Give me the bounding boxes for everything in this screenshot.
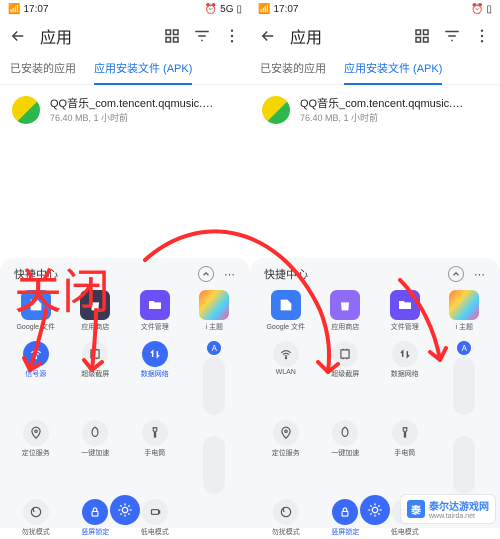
qs-slider-a[interactable]: A	[185, 338, 245, 417]
qs-screenshot[interactable]: 超级截屏	[316, 338, 376, 417]
panel-title: 快捷中心	[14, 266, 58, 282]
qs-wifi[interactable]: 信号源	[6, 338, 66, 417]
back-button[interactable]	[8, 26, 28, 46]
file-sub: 76.40 MB, 1 小时前	[300, 111, 488, 124]
qs-data[interactable]: 数据网络	[125, 338, 185, 417]
tab-apk[interactable]: 应用安装文件 (APK)	[94, 54, 192, 84]
app-store[interactable]: 应用商店	[323, 290, 367, 332]
qqmusic-icon	[12, 96, 40, 124]
battery-icon: ▯	[236, 4, 242, 15]
tab-apk[interactable]: 应用安装文件 (APK)	[344, 54, 442, 84]
grid-view-button[interactable]	[412, 26, 432, 46]
carrier-icon: 📶	[8, 4, 20, 15]
file-row[interactable]: QQ音乐_com.tencent.qqmusic.… 76.40 MB, 1 小…	[0, 85, 250, 134]
collapse-button[interactable]	[198, 266, 214, 282]
qs-location[interactable]: 定位服务	[6, 417, 66, 496]
carrier-icon: 📶	[258, 4, 270, 15]
more-button[interactable]	[222, 26, 242, 46]
qs-slider-b[interactable]	[435, 417, 495, 496]
panel-more-button[interactable]: ⋯	[224, 268, 236, 281]
brightness-button[interactable]	[110, 495, 140, 525]
back-button[interactable]	[258, 26, 278, 46]
panel-title: 快捷中心	[264, 266, 308, 282]
app-header: 应用	[0, 18, 250, 54]
file-name: QQ音乐_com.tencent.qqmusic.…	[50, 95, 238, 111]
more-button[interactable]	[472, 26, 492, 46]
qs-slider-b[interactable]	[185, 417, 245, 496]
watermark: 泰 泰尔达游戏网 www.tairda.net	[400, 494, 496, 524]
sort-button[interactable]	[192, 26, 212, 46]
sort-button[interactable]	[442, 26, 462, 46]
tab-installed[interactable]: 已安装的应用	[10, 54, 76, 84]
watermark-icon: 泰	[407, 500, 425, 518]
qs-data[interactable]: 数据网络	[375, 338, 435, 417]
file-name: QQ音乐_com.tencent.qqmusic.…	[300, 95, 488, 111]
app-google-files[interactable]: Google 文件	[14, 290, 58, 332]
app-row: Google 文件 应用商店 文件管理 i 主题	[6, 286, 244, 338]
alarm-icon: ⏰	[471, 4, 483, 15]
app-google-files[interactable]: Google 文件	[264, 290, 308, 332]
alarm-icon: ⏰	[205, 4, 217, 15]
quick-panel: 快捷中心 ⋯ Google 文件 应用商店 文件管理 i 主题 信号源 超级截屏…	[0, 258, 250, 528]
watermark-brand: 泰尔达游戏网	[429, 498, 489, 513]
brightness-button[interactable]	[360, 495, 390, 525]
qs-slider-a[interactable]: A	[435, 338, 495, 417]
net-icon: 5G	[220, 4, 233, 15]
app-row: Google 文件 应用商店 文件管理 i 主题	[256, 286, 494, 338]
quick-panel: 快捷中心 ⋯ Google 文件 应用商店 文件管理 i 主题 WLAN 超级截…	[250, 258, 500, 528]
qqmusic-icon	[262, 96, 290, 124]
tabs: 已安装的应用 应用安装文件 (APK)	[0, 54, 250, 85]
tabs: 已安装的应用 应用安装文件 (APK)	[250, 54, 500, 85]
app-itheme[interactable]: i 主题	[192, 290, 236, 332]
app-store[interactable]: 应用商店	[73, 290, 117, 332]
app-header: 应用	[250, 18, 500, 54]
qs-torch[interactable]: 手电筒	[375, 417, 435, 496]
status-bar: 📶17:07 ⏰5G▯	[0, 0, 250, 18]
app-file-manager[interactable]: 文件管理	[383, 290, 427, 332]
watermark-url: www.tairda.net	[429, 513, 489, 520]
qs-dnd[interactable]: 勿扰模式	[6, 496, 66, 539]
left-screen: 📶17:07 ⏰5G▯ 应用 已安装的应用 应用安装文件 (APK) QQ音乐_…	[0, 0, 250, 528]
status-time: 17:07	[23, 4, 48, 15]
qs-wifi[interactable]: WLAN	[256, 338, 316, 417]
battery-icon: ▯	[486, 4, 492, 15]
file-row[interactable]: QQ音乐_com.tencent.qqmusic.… 76.40 MB, 1 小…	[250, 85, 500, 134]
app-file-manager[interactable]: 文件管理	[133, 290, 177, 332]
status-time: 17:07	[273, 4, 298, 15]
grid-view-button[interactable]	[162, 26, 182, 46]
page-title: 应用	[290, 24, 400, 48]
panel-more-button[interactable]: ⋯	[474, 268, 486, 281]
status-bar: 📶17:07 ⏰▯	[250, 0, 500, 18]
collapse-button[interactable]	[448, 266, 464, 282]
tab-installed[interactable]: 已安装的应用	[260, 54, 326, 84]
right-screen: 📶17:07 ⏰▯ 应用 已安装的应用 应用安装文件 (APK) QQ音乐_co…	[250, 0, 500, 528]
qs-boost[interactable]: 一键加速	[316, 417, 376, 496]
qs-dnd[interactable]: 勿扰模式	[256, 496, 316, 539]
app-itheme[interactable]: i 主题	[442, 290, 486, 332]
qs-screenshot[interactable]: 超级截屏	[66, 338, 126, 417]
qs-torch[interactable]: 手电筒	[125, 417, 185, 496]
file-sub: 76.40 MB, 1 小时前	[50, 111, 238, 124]
page-title: 应用	[40, 24, 150, 48]
qs-boost[interactable]: 一键加速	[66, 417, 126, 496]
qs-location[interactable]: 定位服务	[256, 417, 316, 496]
